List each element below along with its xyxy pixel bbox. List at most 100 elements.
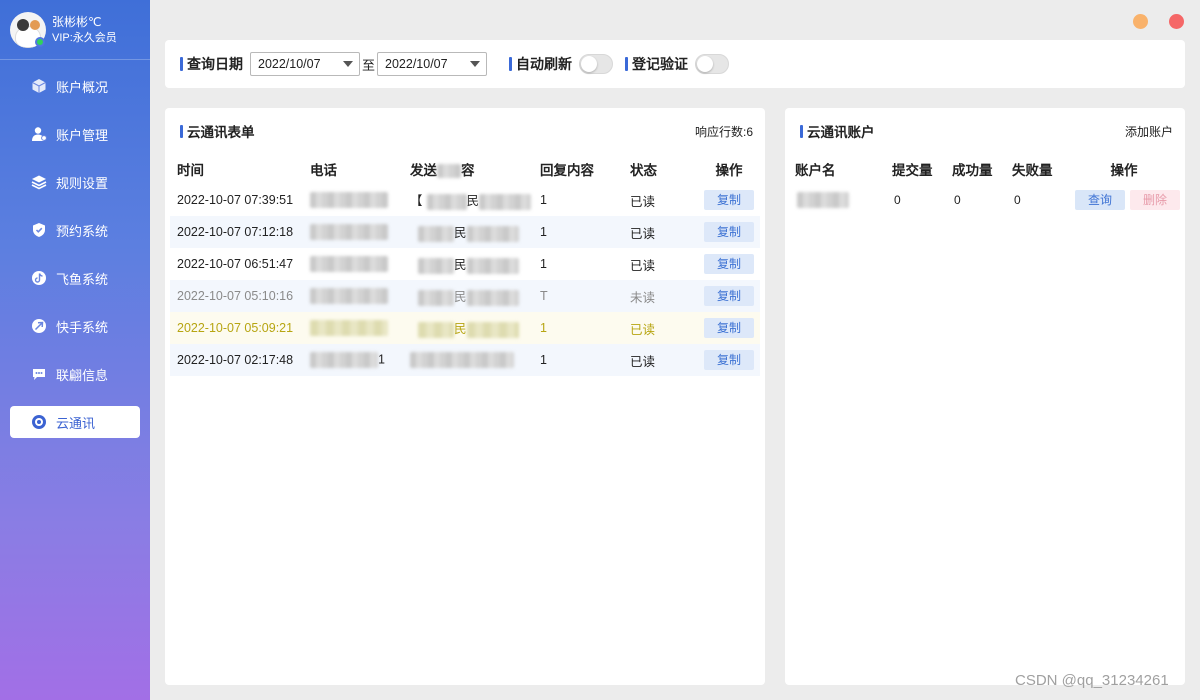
cell-account-name xyxy=(790,184,892,216)
start-date-picker[interactable]: 2022/10/07 xyxy=(250,52,360,76)
sidebar-item-label: 规则设置 xyxy=(56,175,109,191)
cell-phone: 1 xyxy=(310,344,410,376)
copy-button[interactable]: 复制 xyxy=(704,190,754,210)
cell-success: 0 xyxy=(954,193,961,207)
minimize-button[interactable] xyxy=(1133,14,1148,29)
accounts-panel: 云通讯账户 添加账户 账户名 提交量 成功量 失败量 操作 0 0 0 查询 删除 xyxy=(785,108,1185,685)
copy-button[interactable]: 复制 xyxy=(704,222,754,242)
table-row: 2022-10-07 07:12:18 民 1 已读 复制 xyxy=(170,216,760,248)
watermark: CSDN @qq_31234261 xyxy=(1015,672,1169,689)
sidebar-item-label: 联翩信息 xyxy=(56,367,109,383)
avatar-cat-ear xyxy=(17,18,29,31)
sidebar-item-label: 预约系统 xyxy=(56,223,109,239)
copy-button[interactable]: 复制 xyxy=(704,350,754,370)
cell-reply: 1 xyxy=(540,344,630,376)
redacted-blur xyxy=(466,321,519,338)
cell-time: 2022-10-07 02:17:48 xyxy=(170,344,310,376)
table-row: 2022-10-07 06:51:47 民 1 已读 复制 xyxy=(170,248,760,280)
cell-content: 民 xyxy=(410,312,540,344)
cell-status: 未读 xyxy=(630,280,698,312)
end-date-value: 2022/10/07 xyxy=(385,57,448,71)
query-date-label: 查询日期 xyxy=(180,54,243,74)
sidebar-item-rule-settings[interactable]: 规则设置 xyxy=(10,166,140,198)
column-header-phone: 电话 xyxy=(310,163,337,178)
sidebar-item-cloud-messaging[interactable]: 云通讯 xyxy=(10,406,140,438)
column-header-account-name: 账户名 xyxy=(795,163,836,178)
cell-phone xyxy=(310,216,410,248)
redacted-blur xyxy=(418,257,454,274)
redacted-blur xyxy=(418,289,454,306)
add-account-button[interactable]: 添加账户 xyxy=(1125,123,1173,140)
target-icon xyxy=(30,413,48,431)
cell-content: 民 xyxy=(410,216,540,248)
table-row: 0 0 0 查询 删除 xyxy=(790,184,1180,216)
avatar-cat-patch xyxy=(30,19,40,30)
messages-panel-title: 云通讯表单 xyxy=(180,121,255,141)
end-date-picker[interactable]: 2022/10/07 xyxy=(377,52,488,76)
cell-content: 民 xyxy=(410,280,540,312)
date-range-separator: 至 xyxy=(362,57,376,73)
column-header-time: 时间 xyxy=(177,163,204,178)
cube-icon xyxy=(30,77,48,95)
content-suffix: 民 xyxy=(454,258,467,273)
verify-toggle[interactable] xyxy=(695,54,730,74)
cell-phone xyxy=(310,184,410,216)
accounts-panel-title: 云通讯账户 xyxy=(800,121,875,141)
sidebar-item-lianpian-info[interactable]: 联翩信息 xyxy=(10,358,140,390)
redacted-blur xyxy=(466,257,519,274)
phone-suffix: 1 xyxy=(378,352,385,367)
chevron-down-icon xyxy=(470,61,481,67)
redacted-blur xyxy=(310,352,378,368)
content-suffix: 民 xyxy=(454,290,467,305)
toggle-knob xyxy=(581,56,598,72)
user-icon xyxy=(30,125,48,143)
table-row: 2022-10-07 05:09:21 民 1 已读 复制 xyxy=(170,312,760,344)
delete-button[interactable]: 删除 xyxy=(1130,190,1180,210)
sidebar-item-label: 飞鱼系统 xyxy=(56,271,109,287)
cell-status: 已读 xyxy=(630,216,698,248)
sidebar-item-account-management[interactable]: 账户管理 xyxy=(10,118,140,150)
redacted-blur xyxy=(310,288,388,304)
response-row-count: 响应行数:6 xyxy=(694,124,753,139)
cell-time: 2022-10-07 05:09:21 xyxy=(170,312,310,344)
sidebar-item-account-overview[interactable]: 账户概况 xyxy=(10,70,140,102)
cell-time: 2022-10-07 06:51:47 xyxy=(177,257,294,271)
query-button[interactable]: 查询 xyxy=(1075,190,1125,210)
sidebar-item-feiyu-system[interactable]: 飞鱼系统 xyxy=(10,262,140,294)
table-row: 2022-10-07 05:10:16 民 T 未读 复制 xyxy=(170,280,760,312)
redacted-blur xyxy=(418,225,454,242)
content-suffix: 民 xyxy=(454,322,467,337)
column-header-action: 操作 xyxy=(715,163,743,178)
kuaishou-icon xyxy=(30,317,48,335)
cell-phone xyxy=(310,312,410,344)
column-header-sent-part: 发送 xyxy=(410,163,437,178)
profile[interactable]: 张彬彬℃ VIP:永久会员 xyxy=(0,0,150,60)
messages-table: 时间 电话 发送 容 回复内容 状态 操作 2022-10-07 07:39:51… xyxy=(170,154,760,376)
cell-reply: 1 xyxy=(540,257,547,271)
column-header-sent-content: 发送 容 xyxy=(410,154,540,184)
copy-button[interactable]: 复制 xyxy=(704,318,754,338)
messages-panel: 云通讯表单 响应行数:6 时间 电话 发送 容 回复内容 状态 操作 2022-1… xyxy=(165,108,765,685)
sidebar-item-kuaishou-system[interactable]: 快手系统 xyxy=(10,310,140,342)
copy-button[interactable]: 复制 xyxy=(704,286,754,306)
close-button[interactable] xyxy=(1169,14,1184,29)
sidebar-item-booking-system[interactable]: 预约系统 xyxy=(10,214,140,246)
cell-content xyxy=(410,344,540,376)
copy-button[interactable]: 复制 xyxy=(704,254,754,274)
cell-status: 已读 xyxy=(630,312,698,344)
online-status-dot xyxy=(35,37,45,47)
table-row: 2022-10-07 02:17:48 1 1 已读 复制 xyxy=(170,344,760,376)
auto-refresh-label: 自动刷新 xyxy=(509,54,572,74)
column-header-submitted: 提交量 xyxy=(892,163,933,178)
cell-content: 【民 xyxy=(410,184,540,216)
sidebar-item-label: 账户概况 xyxy=(56,79,109,95)
redacted-blur xyxy=(310,192,388,208)
column-header-action: 操作 xyxy=(1110,163,1138,178)
redacted-blur xyxy=(310,320,388,336)
redacted-blur xyxy=(410,352,514,368)
table-header-row: 账户名 提交量 成功量 失败量 操作 xyxy=(790,154,1180,184)
chevron-down-icon xyxy=(343,61,353,67)
column-header-status: 状态 xyxy=(630,163,657,178)
redacted-blur xyxy=(437,164,461,179)
auto-refresh-toggle[interactable] xyxy=(579,54,614,74)
